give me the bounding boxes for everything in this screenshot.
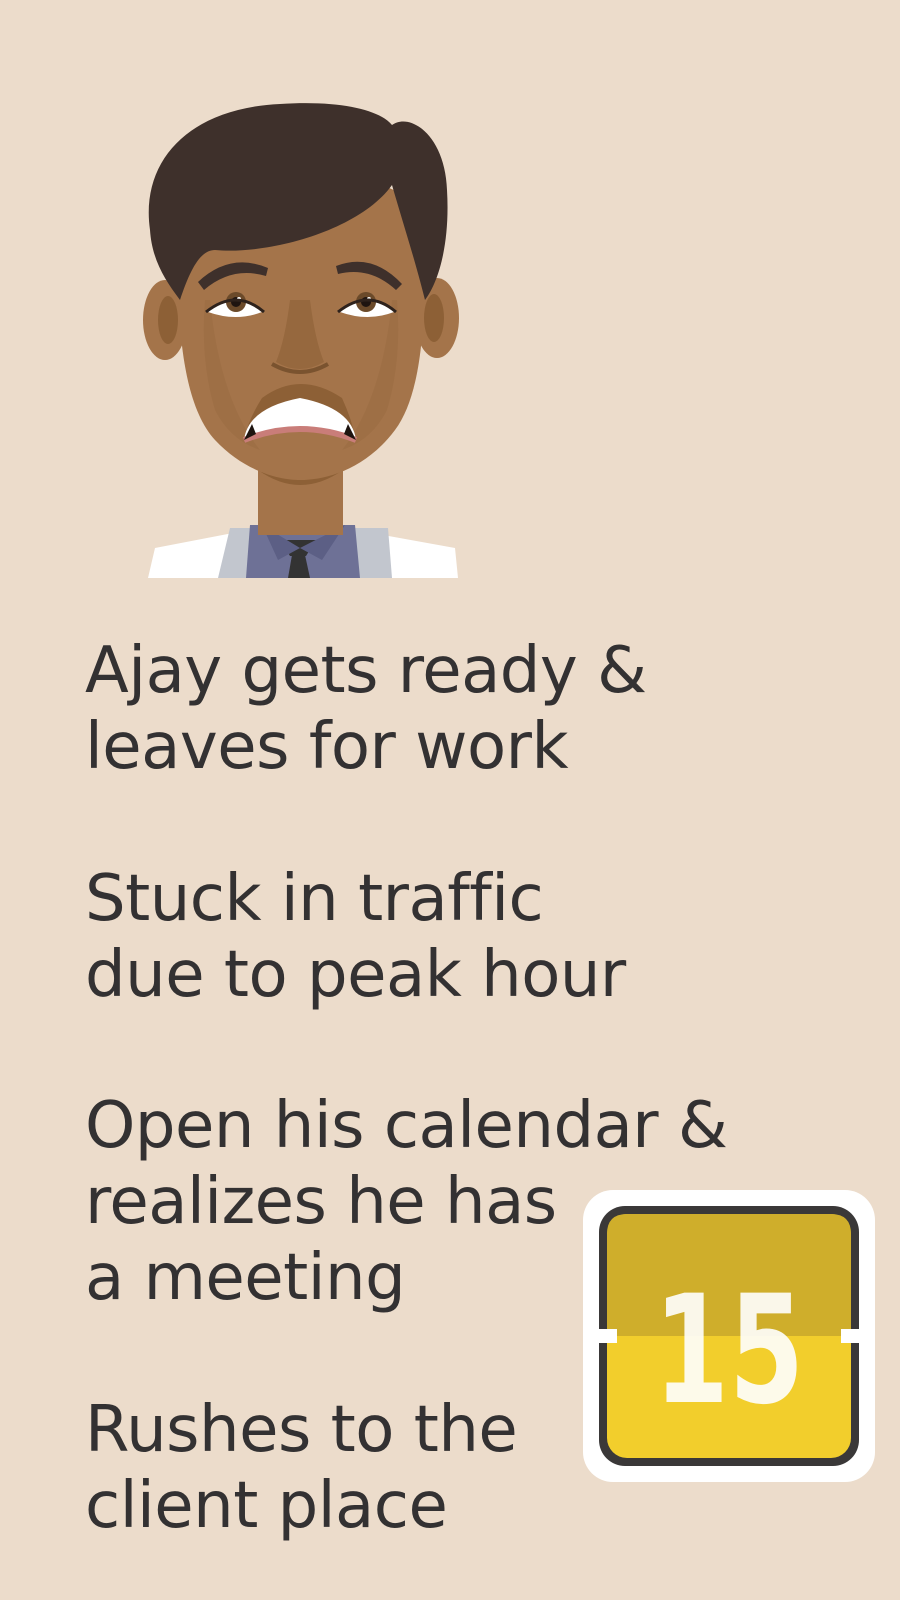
step-2-line-2: due to peak hour (85, 938, 626, 1012)
left-hinge (589, 1329, 617, 1343)
right-hinge (841, 1329, 869, 1343)
calendar-date-number: 15 (654, 1263, 804, 1437)
step-4-text: Rushes to the client place (85, 1392, 518, 1544)
flip-calendar-icon: 15 (583, 1190, 875, 1482)
step-3-line-1: Open his calendar & (85, 1089, 728, 1163)
step-4-line-1: Rushes to the (85, 1393, 518, 1467)
worried-man-avatar (143, 103, 459, 578)
step-2-text: Stuck in traffic due to peak hour (85, 861, 626, 1013)
step-4-line-2: client place (85, 1469, 448, 1543)
step-1-text: Ajay gets ready & leaves for work (85, 633, 647, 785)
step-1-line-1: Ajay gets ready & (85, 634, 647, 708)
step-1-line-2: leaves for work (85, 710, 569, 784)
step-2-line-1: Stuck in traffic (85, 862, 544, 936)
